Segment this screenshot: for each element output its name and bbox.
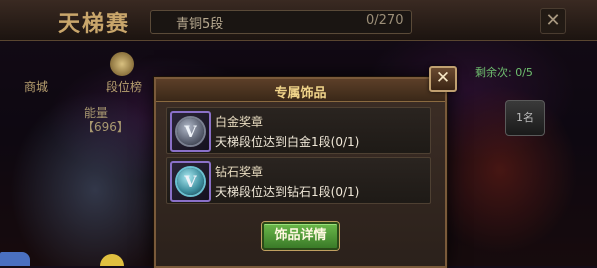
ladder-rank-button[interactable]: 段位榜 <box>106 78 142 95</box>
accessory-item-diamond: V 钻石奖章 天梯段位达到钻石1段(0/1) <box>166 157 431 204</box>
item-condition: 天梯段位达到钻石1段(0/1) <box>215 185 360 199</box>
shop-button[interactable]: 商城 <box>24 78 48 95</box>
accessory-details-button[interactable]: 饰品详情 <box>262 222 339 250</box>
platinum-medal-icon: V <box>177 118 204 145</box>
dialog-title: 专属饰品 <box>274 86 327 101</box>
medal-emblem-letter: V <box>184 122 197 141</box>
remaining-attempts: 剩余次: 0/5 <box>475 66 533 79</box>
ladder-emblem-icon <box>110 52 134 76</box>
item-name: 钻石奖章 <box>215 165 264 179</box>
player-avatar-icon[interactable] <box>0 252 30 266</box>
diamond-medal-frame: V <box>170 161 211 202</box>
medal-emblem-letter: V <box>184 172 197 191</box>
rank-progress-text: 0/270 <box>366 13 404 28</box>
accessory-item-platinum: V 白金奖章 天梯段位达到白金1段(0/1) <box>166 107 431 154</box>
diamond-medal-icon: V <box>177 168 204 195</box>
dialog-close-button[interactable]: ✕ <box>429 66 457 92</box>
screen-title: 天梯赛 <box>58 11 131 37</box>
dialog-header: 专属饰品 <box>156 79 445 102</box>
item-name: 白金奖章 <box>215 115 264 129</box>
item-condition: 天梯段位达到白金1段(0/1) <box>215 135 360 149</box>
rank-name: 青铜5段 <box>176 17 224 32</box>
screen-close-button[interactable]: ✕ <box>540 8 566 34</box>
platinum-medal-frame: V <box>170 111 211 152</box>
rank-badge: 1名 <box>505 100 545 136</box>
score-value: 【696】 <box>82 120 129 134</box>
